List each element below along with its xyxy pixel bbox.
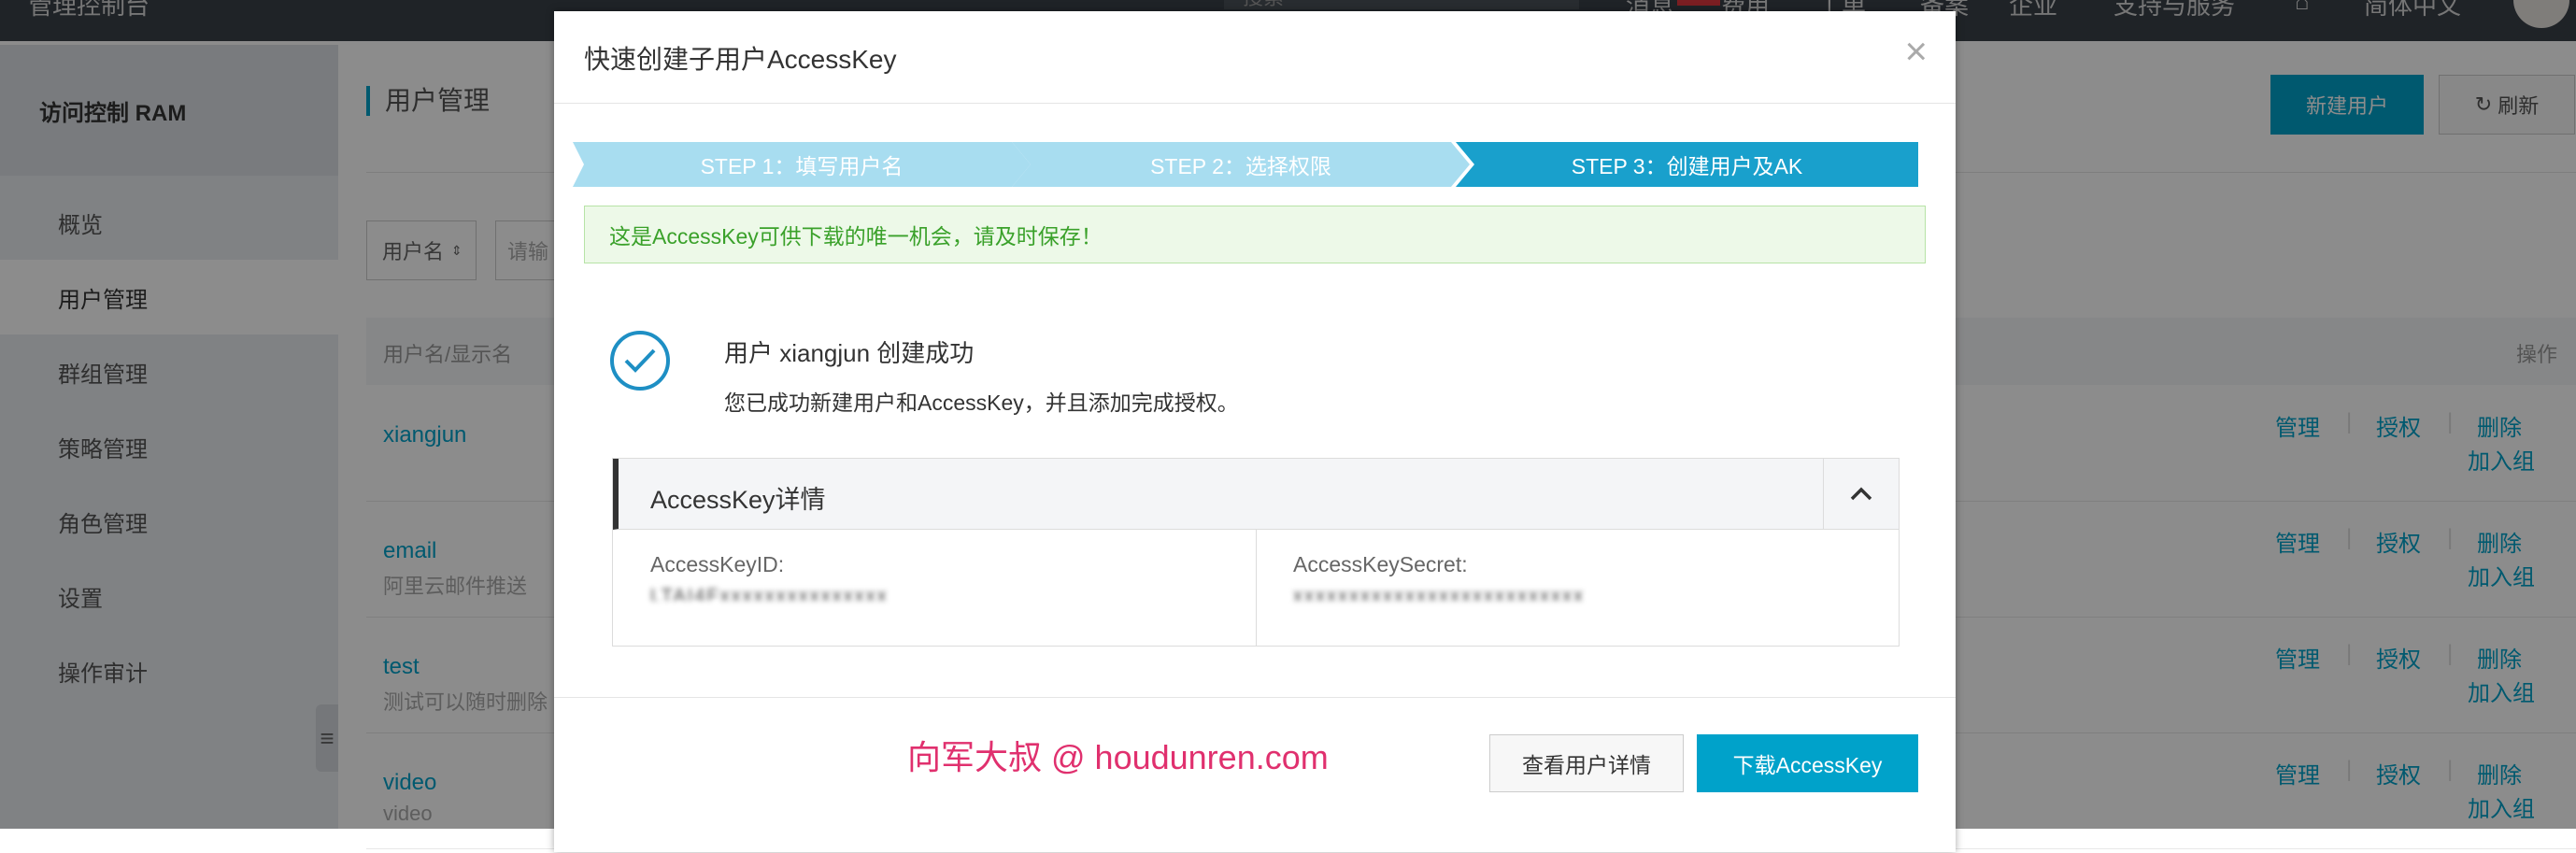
accesskey-details-panel: AccessKey详情 AccessKeyID: LTAI4Fxxxxxxxxx…: [612, 458, 1900, 647]
save-warning-notice: 这是AccessKey可供下载的唯一机会，请及时保存！: [584, 206, 1926, 263]
accesskey-secret-value: xxxxxxxxxxxxxxxxxxxxxxxxxx: [1293, 586, 1585, 601]
download-accesskey-button[interactable]: 下载AccessKey: [1697, 734, 1918, 792]
accesskey-panel-header: AccessKey详情: [613, 459, 1899, 530]
wizard-steps: STEP 1：填写用户名 STEP 2：选择权限 STEP 3：创建用户及AK: [573, 142, 1918, 187]
create-accesskey-dialog: 快速创建子用户AccessKey × STEP 1：填写用户名 STEP 2：选…: [554, 11, 1956, 852]
accesskey-id-cell: AccessKeyID: LTAI4Fxxxxxxxxxxxxxxx: [613, 530, 1257, 646]
dialog-title: 快速创建子用户AccessKey: [584, 45, 897, 74]
accesskey-id-label: AccessKeyID:: [650, 552, 785, 576]
watermark-text: 向军大叔 @ houdunren.com: [907, 738, 1329, 776]
view-user-details-button[interactable]: 查看用户详情: [1489, 734, 1684, 792]
close-icon[interactable]: ×: [1904, 32, 1928, 71]
chevron-up-icon[interactable]: [1823, 459, 1899, 529]
accesskey-panel-title: AccessKey详情: [650, 486, 826, 514]
success-description: 您已成功新建用户和AccessKey，并且添加完成授权。: [724, 391, 1239, 415]
accesskey-secret-label: AccessKeySecret:: [1293, 552, 1468, 576]
accesskey-secret-cell: AccessKeySecret: xxxxxxxxxxxxxxxxxxxxxxx…: [1256, 530, 1899, 646]
step-3-active: STEP 3：创建用户及AK: [1456, 142, 1918, 187]
success-title: 用户 xiangjun 创建成功: [724, 339, 975, 367]
step-1: STEP 1：填写用户名: [573, 142, 1031, 187]
step-2: STEP 2：选择权限: [1012, 142, 1470, 187]
dialog-header: 快速创建子用户AccessKey ×: [554, 11, 1956, 104]
accesskey-id-value: LTAI4Fxxxxxxxxxxxxxxx: [650, 586, 889, 601]
check-circle-icon: [610, 331, 670, 391]
